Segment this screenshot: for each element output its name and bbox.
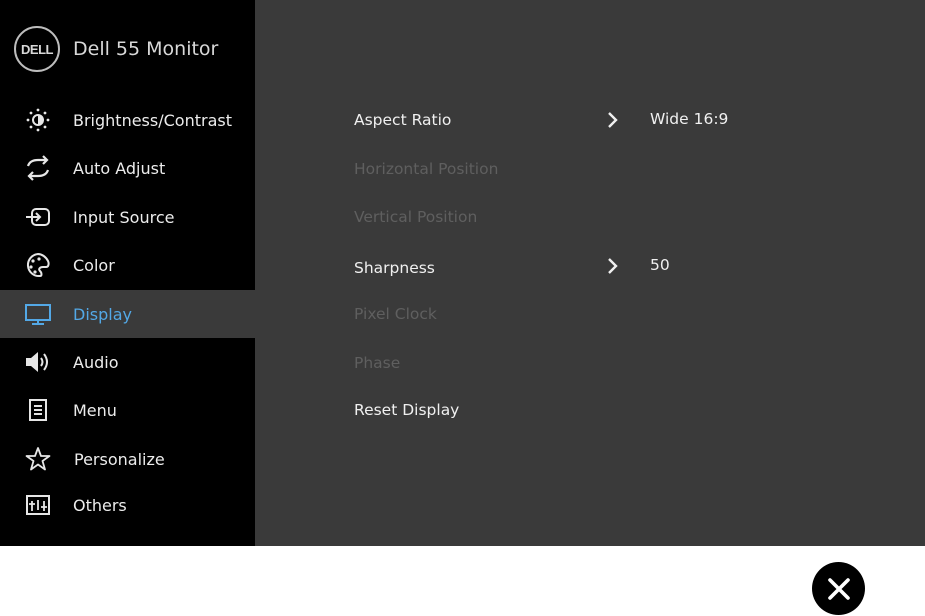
speaker-icon [26, 352, 48, 372]
setting-sharpness[interactable]: Sharpness [354, 253, 435, 283]
setting-label: Phase [354, 354, 401, 372]
others-icon [26, 495, 50, 515]
sidebar-item-label: Auto Adjust [73, 158, 166, 178]
monitor-model-title: Dell 55 Monitor [73, 38, 219, 60]
sidebar-item-color[interactable]: Color [0, 241, 255, 289]
sidebar-item-brightness-contrast[interactable]: Brightness/Contrast [0, 96, 255, 144]
sidebar-item-input-source[interactable]: Input Source [0, 193, 255, 241]
sidebar-item-label: Others [73, 495, 127, 515]
sidebar-item-label: Brightness/Contrast [73, 110, 232, 130]
setting-label: Aspect Ratio [354, 111, 452, 129]
sidebar-item-audio[interactable]: Audio [0, 338, 255, 386]
sidebar-item-label: Input Source [73, 207, 175, 227]
setting-label: Sharpness [354, 259, 435, 277]
setting-aspect-ratio[interactable]: Aspect Ratio [354, 105, 451, 135]
auto-adjust-icon [26, 155, 50, 181]
monitor-icon [25, 304, 51, 325]
sidebar-item-label: Audio [73, 352, 119, 372]
sidebar-item-personalize[interactable]: Personalize [0, 435, 255, 483]
sidebar-item-auto-adjust[interactable]: Auto Adjust [0, 144, 255, 192]
setting-label: Horizontal Position [354, 160, 499, 178]
close-icon [827, 577, 850, 600]
brand: DELL Dell 55 Monitor [14, 24, 218, 74]
chevron-right-icon[interactable] [606, 257, 620, 275]
setting-reset-display[interactable]: Reset Display [354, 395, 459, 425]
setting-vertical-position: Vertical Position [354, 202, 477, 232]
sidebar-item-label: Display [73, 304, 132, 324]
input-source-icon [26, 208, 50, 226]
brightness-icon [26, 108, 50, 132]
sidebar-item-label: Color [73, 255, 115, 275]
sidebar-item-menu[interactable]: Menu [0, 386, 255, 434]
setting-phase: Phase [354, 348, 400, 378]
sidebar: DELL Dell 55 Monitor Brightness/Contrast [0, 0, 255, 546]
menu-icon [29, 399, 47, 421]
sidebar-item-label: Menu [73, 400, 117, 420]
sidebar-item-display[interactable]: Display [0, 290, 255, 338]
chevron-right-icon[interactable] [606, 111, 620, 129]
sidebar-item-others[interactable]: Others [0, 481, 255, 529]
setting-value-aspect-ratio: Wide 16:9 [650, 110, 729, 128]
dell-logo: DELL [14, 26, 60, 72]
sidebar-item-label: Personalize [74, 449, 165, 469]
setting-label: Vertical Position [354, 208, 478, 226]
color-palette-icon [26, 252, 50, 278]
setting-label: Reset Display [354, 401, 460, 419]
setting-label: Pixel Clock [354, 305, 437, 323]
display-settings-panel: Aspect Ratio Wide 16:9 Horizontal Positi… [255, 0, 925, 546]
star-icon [25, 447, 51, 471]
setting-value-sharpness: 50 [650, 256, 670, 274]
monitor-osd: DELL Dell 55 Monitor Brightness/Contrast [0, 0, 925, 546]
setting-horizontal-position: Horizontal Position [354, 154, 498, 184]
close-button[interactable] [812, 562, 865, 615]
setting-pixel-clock: Pixel Clock [354, 299, 437, 329]
